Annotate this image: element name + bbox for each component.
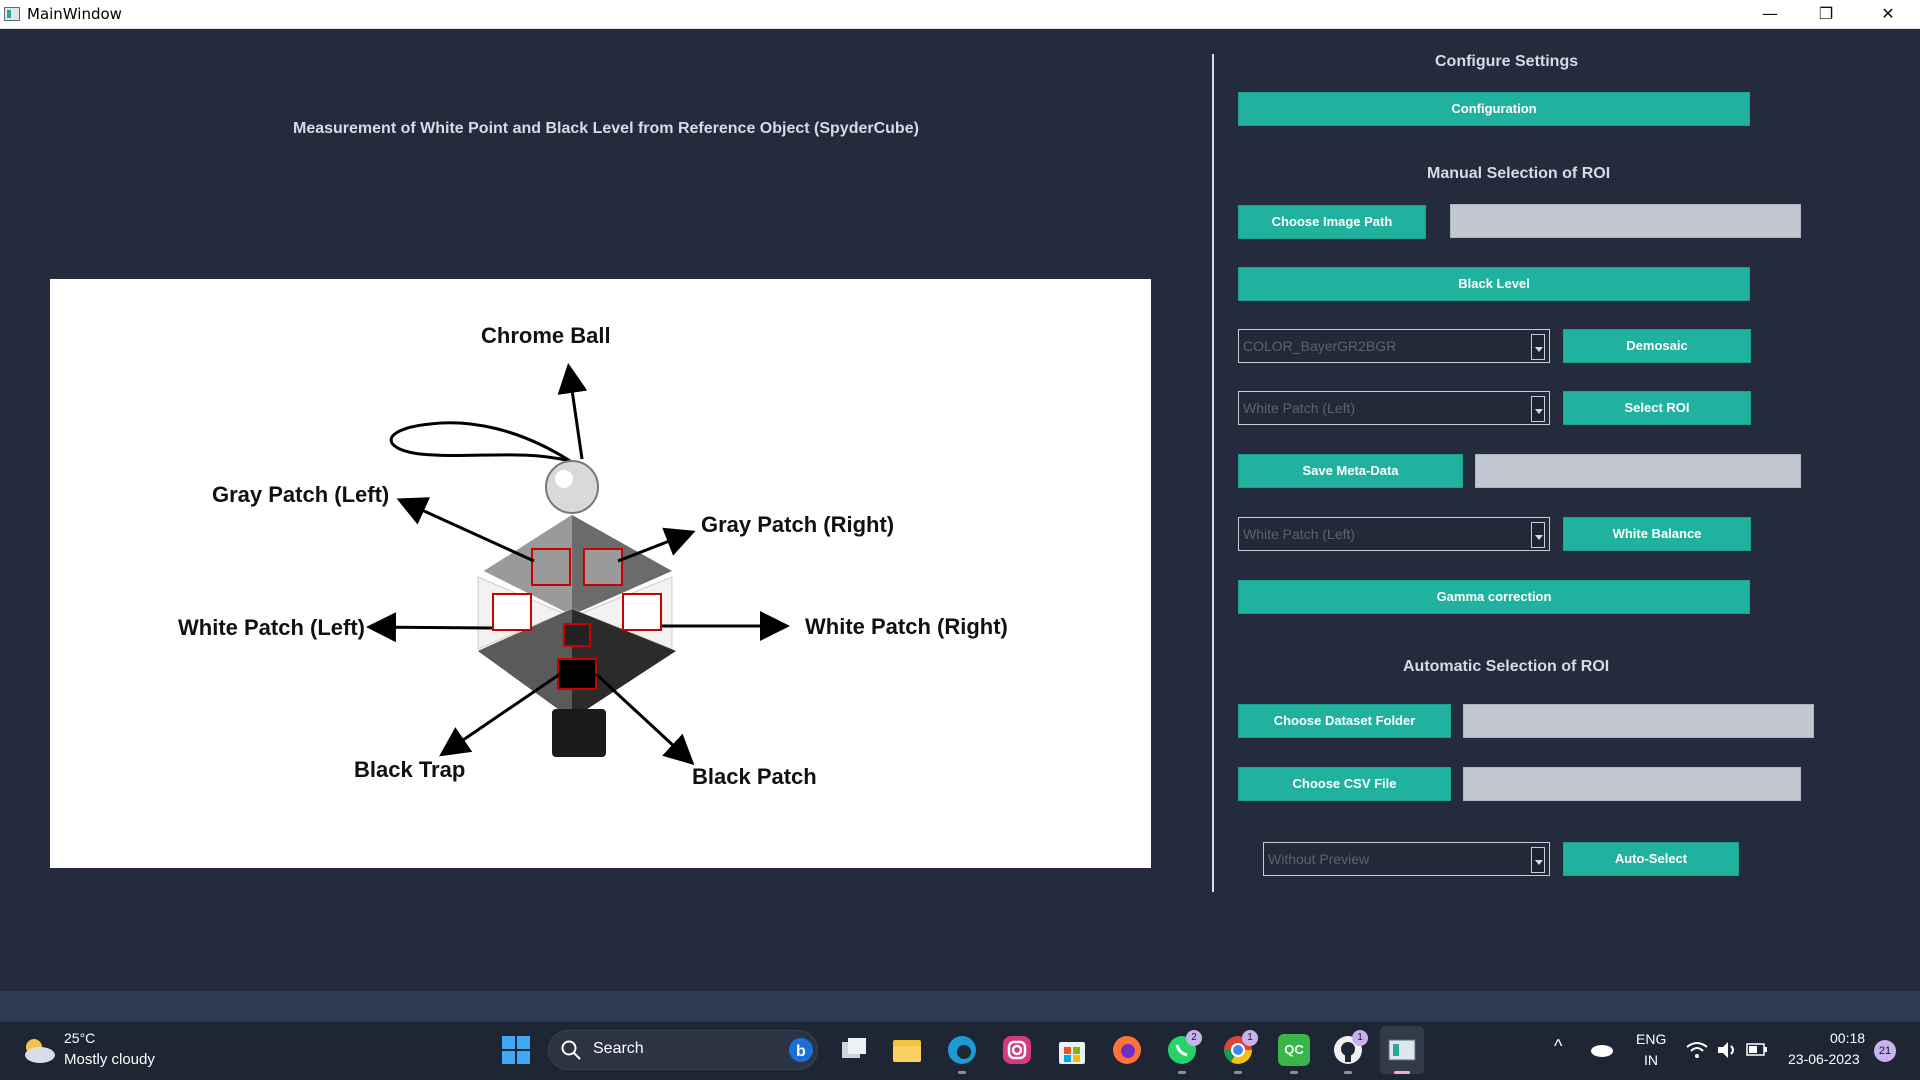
active-indicator (1394, 1071, 1410, 1074)
edge-browser-icon[interactable] (946, 1034, 978, 1066)
running-indicator (1234, 1071, 1242, 1074)
bing-icon[interactable]: b (788, 1037, 814, 1063)
weather-temperature[interactable]: 25°C (64, 1030, 95, 1046)
chevron-down-icon[interactable] (1531, 847, 1545, 873)
search-icon (561, 1040, 581, 1060)
white-balance-patch-value: White Patch (Left) (1243, 526, 1356, 542)
windows-start-icon[interactable] (500, 1034, 532, 1066)
white-balance-button[interactable]: White Balance (1563, 517, 1751, 551)
image-path-field[interactable] (1450, 204, 1801, 238)
label-gray-patch-right: Gray Patch (Right) (701, 512, 895, 537)
file-explorer-icon[interactable] (891, 1034, 923, 1066)
reference-image-panel: Chrome Ball Gray Patch (Left) Gray Patch… (50, 279, 1151, 868)
auto-select-button[interactable]: Auto-Select (1563, 842, 1739, 876)
firefox-icon[interactable] (1111, 1034, 1143, 1066)
black-patch-box (563, 623, 591, 647)
string-loop (389, 421, 571, 463)
language-indicator-line1[interactable]: ENG (1636, 1031, 1666, 1047)
roi-patch-value: White Patch (Left) (1243, 400, 1356, 416)
csv-file-field[interactable] (1463, 767, 1801, 801)
white-patch-left-box (492, 593, 532, 631)
black-trap-icon (552, 709, 606, 757)
demosaic-button[interactable]: Demosaic (1563, 329, 1751, 363)
task-view-icon[interactable] (838, 1034, 870, 1066)
chrome-badge: 1 (1242, 1030, 1258, 1046)
choose-csv-file-button[interactable]: Choose CSV File (1238, 767, 1451, 801)
metadata-field[interactable] (1475, 454, 1801, 488)
onedrive-cloud-icon[interactable] (1590, 1040, 1614, 1058)
wifi-icon[interactable] (1686, 1040, 1708, 1060)
microsoft-store-icon[interactable] (1056, 1034, 1088, 1066)
chrome-ball-icon (545, 460, 599, 514)
label-white-patch-right: White Patch (Right) (805, 614, 1008, 639)
search-label: Search (593, 1040, 644, 1057)
white-patch-right-box (622, 593, 662, 631)
running-indicator (1290, 1071, 1298, 1074)
label-chrome-ball: Chrome Ball (481, 323, 611, 348)
battery-icon[interactable] (1746, 1042, 1768, 1058)
label-black-patch: Black Patch (692, 764, 817, 789)
chevron-down-icon[interactable] (1531, 396, 1545, 422)
weather-description[interactable]: Mostly cloudy (64, 1051, 155, 1068)
window-title: MainWindow (27, 5, 122, 23)
configure-settings-heading: Configure Settings (1435, 53, 1579, 70)
clock-date[interactable]: 23-06-2023 (1788, 1051, 1860, 1067)
notification-count-badge[interactable]: 21 (1874, 1040, 1896, 1062)
volume-icon[interactable] (1716, 1040, 1738, 1060)
black-trap-box (557, 658, 597, 690)
whatsapp-badge: 2 (1186, 1030, 1202, 1046)
qt-creator-icon[interactable]: QC (1278, 1034, 1310, 1066)
close-button[interactable]: ✕ (1860, 0, 1916, 29)
maximize-button[interactable]: ❐ (1798, 0, 1854, 29)
choose-dataset-folder-button[interactable]: Choose Dataset Folder (1238, 704, 1451, 738)
configuration-button[interactable]: Configuration (1238, 92, 1750, 126)
white-balance-patch-select[interactable]: White Patch (Left) (1238, 517, 1550, 551)
gray-patch-right-box (583, 548, 623, 586)
black-level-button[interactable]: Black Level (1238, 267, 1750, 301)
manual-selection-heading: Manual Selection of ROI (1427, 165, 1611, 182)
label-white-patch-left: White Patch (Left) (178, 615, 365, 640)
chevron-down-icon[interactable] (1531, 334, 1545, 360)
show-hidden-icons-chevron[interactable]: ^ (1554, 1036, 1562, 1057)
save-metadata-button[interactable]: Save Meta-Data (1238, 454, 1463, 488)
svg-text:b: b (796, 1043, 806, 1060)
spydercube-diagram (366, 363, 790, 766)
github-badge: 1 (1352, 1030, 1368, 1046)
running-indicator (1344, 1071, 1352, 1074)
preview-mode-select[interactable]: Without Preview (1263, 842, 1550, 876)
window-bottom-strip (0, 991, 1920, 1021)
label-black-trap: Black Trap (354, 757, 466, 782)
dataset-folder-field[interactable] (1463, 704, 1814, 738)
app-icon (4, 7, 20, 21)
roi-patch-select[interactable]: White Patch (Left) (1238, 391, 1550, 425)
preview-mode-value: Without Preview (1268, 851, 1370, 867)
label-gray-patch-left: Gray Patch (Left) (212, 482, 390, 507)
left-panel-heading: Measurement of White Point and Black Lev… (293, 120, 919, 137)
title-bar: MainWindow — ❐ ✕ (0, 0, 1920, 29)
demosaic-pattern-select[interactable]: COLOR_BayerGR2BGR (1238, 329, 1550, 363)
gray-patch-left-box (531, 548, 571, 586)
demosaic-pattern-value: COLOR_BayerGR2BGR (1243, 338, 1397, 354)
minimize-button[interactable]: — (1742, 0, 1798, 29)
cloudy-weather-icon[interactable] (20, 1035, 58, 1065)
select-roi-button[interactable]: Select ROI (1563, 391, 1751, 425)
main-window-app-icon[interactable] (1386, 1034, 1418, 1066)
chevron-down-icon[interactable] (1531, 522, 1545, 548)
running-indicator (1178, 1071, 1186, 1074)
instagram-icon[interactable] (1001, 1034, 1033, 1066)
language-indicator-line2[interactable]: IN (1644, 1052, 1658, 1068)
panel-divider (1212, 54, 1214, 892)
clock-time[interactable]: 00:18 (1830, 1030, 1865, 1046)
automatic-selection-heading: Automatic Selection of ROI (1403, 658, 1610, 675)
taskbar-search-box[interactable] (548, 1030, 818, 1070)
gamma-correction-button[interactable]: Gamma correction (1238, 580, 1750, 614)
running-indicator (958, 1071, 966, 1074)
choose-image-path-button[interactable]: Choose Image Path (1238, 205, 1426, 239)
